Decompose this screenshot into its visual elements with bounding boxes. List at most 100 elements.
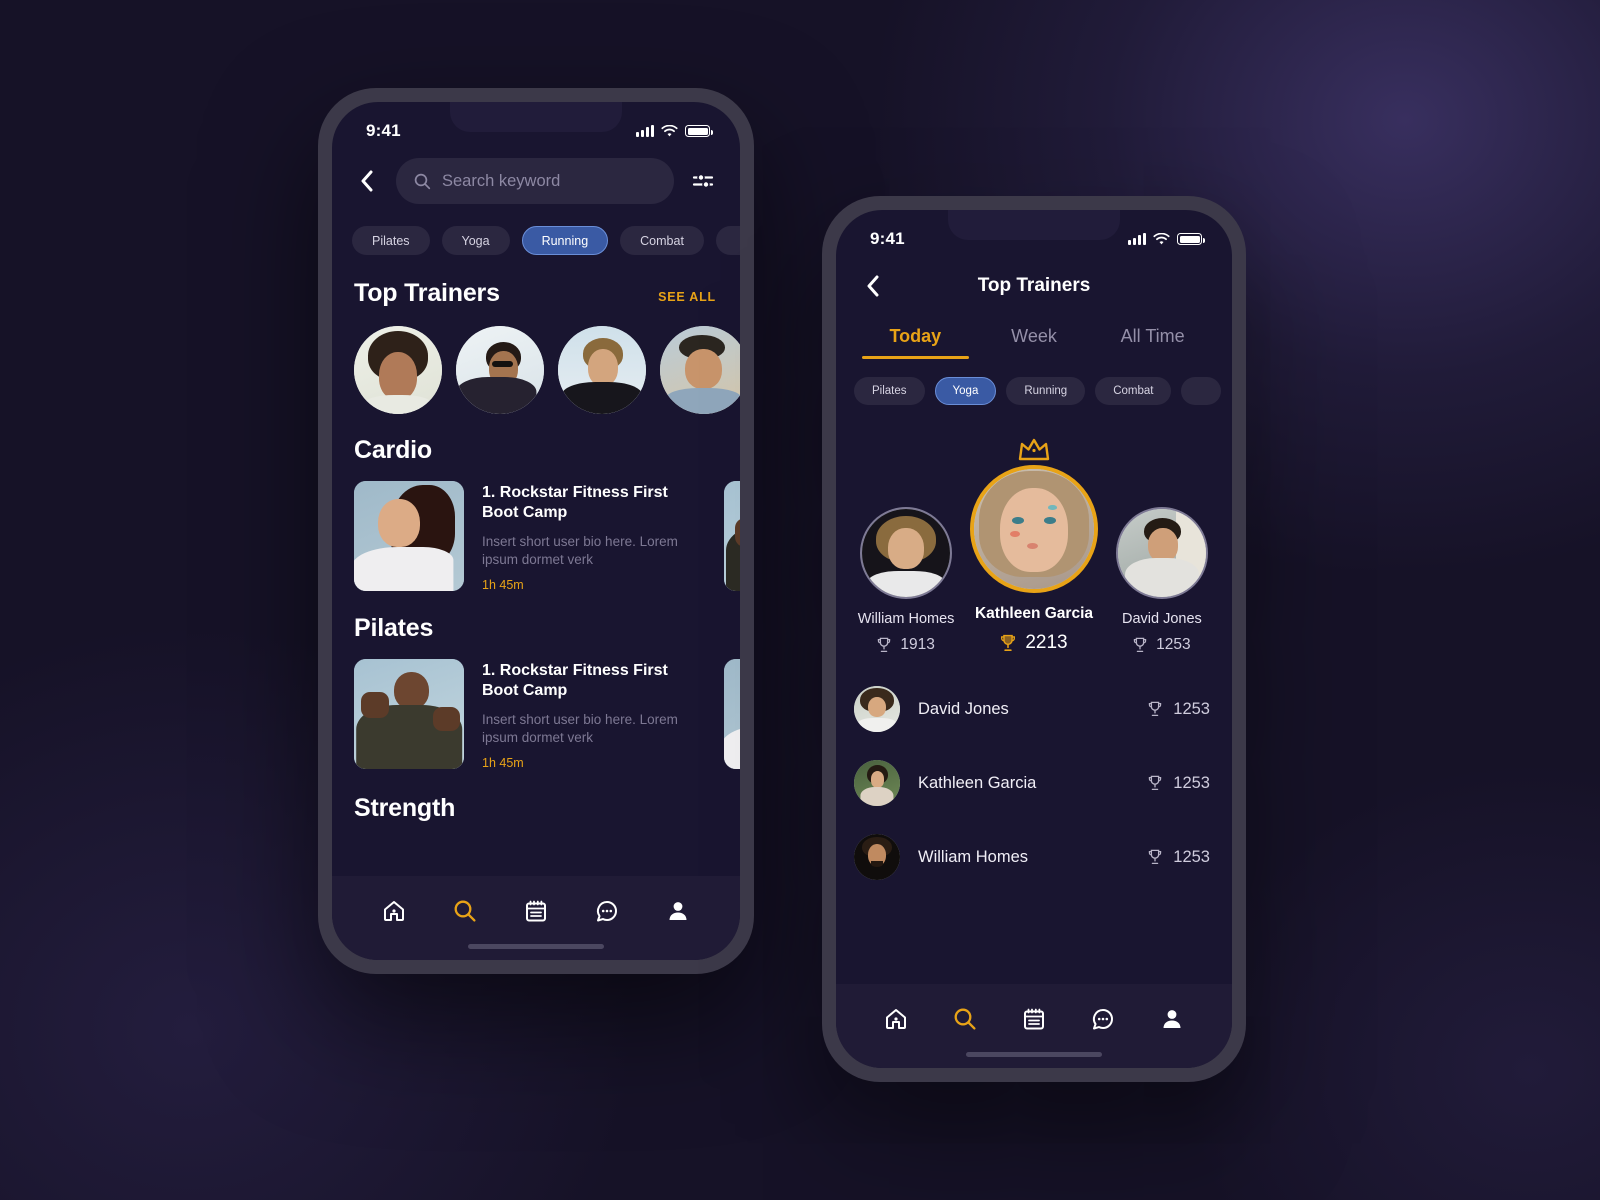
avatar — [860, 507, 953, 599]
list-item[interactable]: David Jones 1253 — [854, 672, 1210, 746]
chip-running[interactable]: Running — [521, 226, 609, 255]
trophy-icon — [1149, 701, 1162, 717]
wifi-icon — [1153, 232, 1170, 244]
chip-yoga[interactable]: Yoga — [934, 377, 997, 405]
status-icons — [1128, 232, 1205, 246]
category-strength: Strength — [332, 770, 740, 823]
back-button[interactable] — [352, 164, 382, 198]
card-image — [724, 658, 740, 769]
category-cardio: Cardio 1. Rockstar Fitness First Boot Ca… — [332, 414, 740, 592]
phone1-filter-chips: Pilates Yoga Running Combat — [332, 204, 740, 275]
class-card[interactable]: 2. Rockstar Fitness First Boot Camp Inse… — [724, 481, 740, 592]
category-title: Cardio — [354, 436, 432, 464]
nav-calendar-button[interactable] — [521, 896, 551, 926]
trainer-name: David Jones — [918, 699, 1009, 718]
list-item[interactable]: William Homes 1253 — [854, 820, 1210, 894]
chevron-left-icon — [867, 275, 879, 297]
cellular-signal-icon — [636, 125, 654, 137]
trainer-avatar-4[interactable] — [660, 326, 740, 414]
list-item[interactable]: Kathleen Garcia 1253 — [854, 746, 1210, 820]
trainer-name: William Homes — [918, 847, 1029, 866]
status-time: 9:41 — [366, 121, 401, 140]
trainer-score: 1253 — [1148, 848, 1210, 867]
class-card[interactable]: 1. Rockstar Fitness First Boot Camp Inse… — [354, 481, 706, 592]
profile-icon — [669, 902, 687, 920]
category-pilates: Pilates 1. Rockstar Fitness First Boot C… — [332, 592, 740, 770]
trophy-icon — [1149, 849, 1162, 865]
podium-place-first[interactable]: Kathleen Garcia 2213 — [966, 435, 1102, 654]
card-image — [354, 481, 464, 591]
podium-place-third[interactable]: David Jones 1253 — [1106, 477, 1218, 654]
home-indicator — [966, 1052, 1102, 1057]
nav-chat-button[interactable] — [592, 896, 622, 926]
trainer-name: Kathleen Garcia — [974, 605, 1093, 622]
avatar — [854, 834, 900, 880]
chip-pilates[interactable]: Pilates — [854, 377, 925, 405]
nav-home-button[interactable] — [881, 1004, 911, 1034]
filter-button[interactable] — [688, 166, 718, 196]
top-trainers-avatar-row — [332, 308, 740, 414]
trainer-avatar-3[interactable] — [558, 326, 646, 414]
nav-search-button[interactable] — [450, 896, 480, 926]
card-title: 1. Rockstar Fitness First Boot Camp — [482, 661, 668, 700]
chip-yoga[interactable]: Yoga — [441, 226, 510, 255]
score-value: 1253 — [1173, 699, 1210, 718]
podium-place-second[interactable]: William Homes 1913 — [850, 477, 962, 654]
chip-combat[interactable]: Combat — [620, 226, 704, 255]
page-title: Top Trainers — [977, 275, 1091, 296]
card-body: 1. Rockstar Fitness First Boot Camp Inse… — [482, 481, 706, 592]
see-all-link[interactable]: SEE ALL — [658, 290, 716, 304]
card-image — [724, 481, 740, 591]
top-trainers-header: Top Trainers SEE ALL — [332, 275, 740, 308]
page-title: Top Trainers — [354, 279, 500, 307]
phone-mockup-search: 9:41 Search keyword Pilates Yoga Running… — [318, 88, 754, 974]
chip-combat[interactable]: Combat — [1095, 377, 1172, 405]
tab-all-time[interactable]: All Time — [1093, 326, 1212, 359]
leaderboard-podium: William Homes 1913 Kathleen Garcia 2213 … — [836, 417, 1232, 654]
nav-calendar-button[interactable] — [1019, 1004, 1049, 1034]
tab-today[interactable]: Today — [856, 326, 975, 359]
chip-overflow[interactable] — [715, 226, 740, 255]
status-time: 9:41 — [870, 229, 905, 248]
category-title: Strength — [354, 793, 456, 822]
tab-week[interactable]: Week — [975, 326, 1094, 359]
trainer-score: 2213 — [966, 632, 1102, 654]
avatar — [854, 760, 900, 806]
trainer-score: 1253 — [1148, 774, 1210, 793]
phone2-header: Top Trainers — [836, 260, 1232, 312]
class-card[interactable]: 1. Rockstar Fitness First Boot Camp Inse… — [354, 658, 706, 770]
trainer-name: William Homes — [857, 611, 955, 627]
nav-profile-button[interactable] — [1157, 1004, 1187, 1034]
trainer-name: David Jones — [1122, 611, 1202, 627]
nav-profile-button[interactable] — [663, 896, 693, 926]
nav-search-button[interactable] — [950, 1004, 980, 1034]
trophy-icon — [878, 637, 891, 653]
battery-full-icon — [685, 125, 713, 137]
trainer-avatar-1[interactable] — [354, 326, 442, 414]
crown-placeholder — [850, 477, 962, 507]
status-icons — [636, 124, 713, 138]
chip-pilates[interactable]: Pilates — [352, 226, 430, 255]
search-icon — [954, 1008, 976, 1030]
card-title: 1. Rockstar Fitness First Boot Camp — [482, 484, 668, 522]
search-input[interactable]: Search keyword — [396, 158, 674, 204]
trainer-score: 1913 — [850, 636, 962, 654]
chip-running[interactable]: Running — [1006, 377, 1086, 405]
trainer-avatar-2[interactable] — [456, 326, 544, 414]
nav-chat-button[interactable] — [1088, 1004, 1118, 1034]
back-button[interactable] — [858, 269, 888, 303]
class-card[interactable]: 2. Rockstar Fitness First Boot Camp Inse… — [724, 658, 740, 770]
nav-home-button[interactable] — [379, 896, 409, 926]
profile-icon — [1163, 1010, 1181, 1028]
trophy-icon — [1149, 775, 1162, 791]
battery-full-icon — [1177, 233, 1205, 245]
search-icon — [454, 900, 476, 922]
home-icon — [383, 901, 404, 921]
crown-icon — [1018, 438, 1050, 461]
crown-placeholder — [1106, 477, 1218, 507]
phone2-status-bar: 9:41 — [836, 210, 1232, 260]
wifi-icon — [661, 124, 678, 136]
chip-overflow[interactable] — [1181, 377, 1222, 405]
avatar — [1115, 507, 1208, 599]
cellular-signal-icon — [1128, 233, 1146, 245]
